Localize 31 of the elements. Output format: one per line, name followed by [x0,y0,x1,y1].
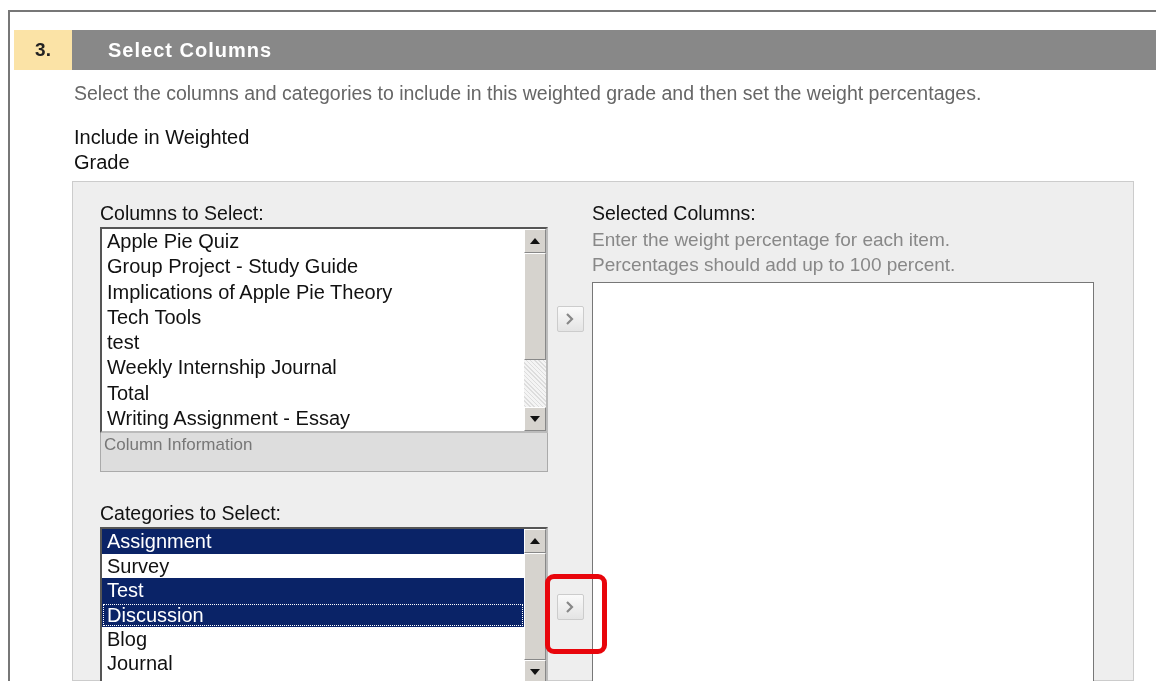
add-button[interactable] [556,306,584,332]
column-information-text: Column Information [100,433,548,473]
chevron-right-icon [566,313,574,325]
scroll-down-button[interactable] [524,407,546,432]
scrollbar-thumb[interactable] [524,553,546,661]
scrollbar-thumb[interactable] [524,253,546,360]
list-option[interactable]: Discussion [102,602,524,627]
list-label: Categories to Select: [100,501,282,527]
scroll-up-button[interactable] [524,529,546,554]
hint-text: Percentages should add up to 100 percent. [592,253,957,277]
list-label: Columns to Select: [100,201,265,226]
field-label: Include in Weighted Grade [74,125,251,175]
scrollbar[interactable] [524,529,546,681]
list-box[interactable]: Assignment Survey Test Discussion Blog Journal [100,527,548,681]
section-title: Select Columns [108,38,273,62]
up-arrow-icon [530,238,540,244]
scroll-down-button[interactable] [524,660,546,681]
chevron-right-icon [566,601,574,613]
up-arrow-icon [530,538,540,545]
scrollbar[interactable] [524,229,546,432]
hint-text: Enter the weight percentage for each item. [592,228,952,252]
list-option[interactable]: Test [102,578,524,603]
list-box[interactable]: Apple Pie Quiz Group Project - Study Guide Implications of Apple Pie Theory Tech Tools test Weekly Internship Journal Total Writing Assignment - Essay [100,227,548,434]
down-arrow-icon [530,416,540,423]
list-label: Selected Columns: [592,201,757,226]
step-number: 3. [14,30,72,70]
add-button[interactable] [556,594,584,620]
list-option[interactable]: Assignment [102,529,524,554]
scroll-up-button[interactable] [524,229,546,253]
instructions-text: Select the columns and categories to include in this weighted grade and then set the weight percentages. [74,82,983,105]
down-arrow-icon [530,669,540,676]
